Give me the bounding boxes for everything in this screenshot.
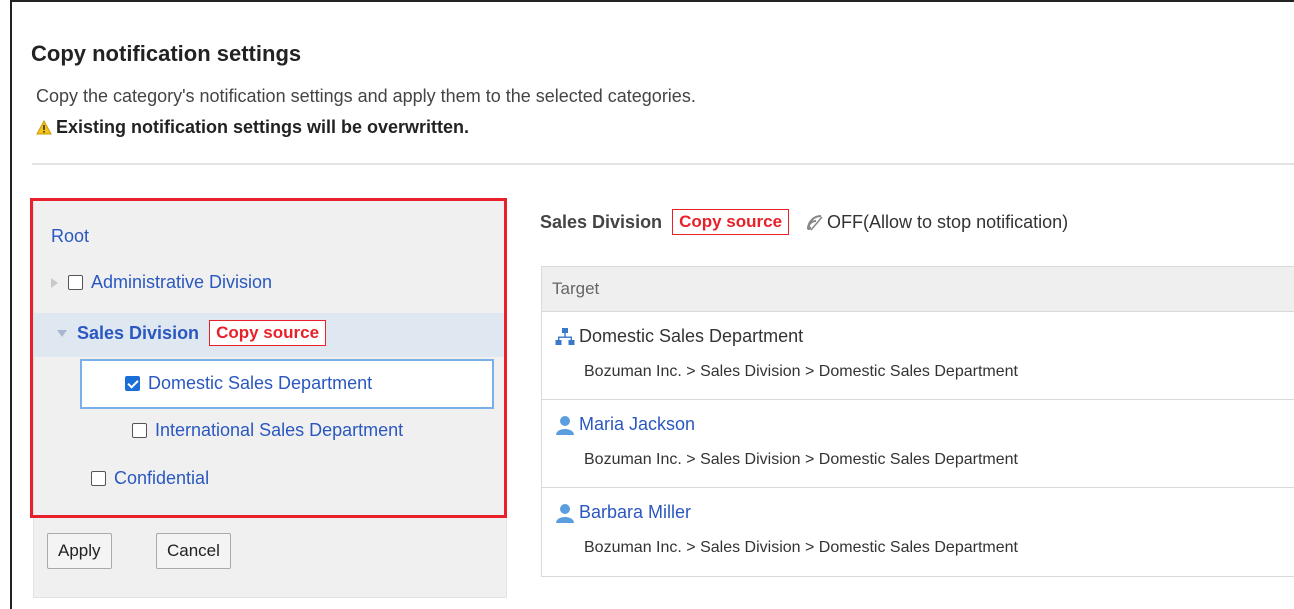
- category-name: Sales Division: [540, 211, 663, 232]
- warning-icon: [36, 120, 52, 135]
- divider: [32, 163, 1294, 165]
- target-name: Domestic Sales Department: [579, 326, 804, 346]
- table-row: Maria Jackson Bozuman Inc. > Sales Divis…: [542, 400, 1294, 488]
- copy-source-badge: Copy source: [672, 209, 790, 235]
- user-name-link[interactable]: Maria Jackson: [579, 414, 695, 435]
- warning-message: Existing notification settings will be o…: [36, 117, 469, 138]
- table-row: Barbara Miller Bozuman Inc. > Sales Divi…: [542, 488, 1294, 576]
- user-icon: [556, 503, 574, 523]
- table-row: Domestic Sales Department Bozuman Inc. >…: [542, 312, 1294, 400]
- user-name-link[interactable]: Barbara Miller: [579, 502, 691, 523]
- notification-off-icon: [807, 215, 823, 231]
- page-title: Copy notification settings: [31, 41, 302, 66]
- target-path: Bozuman Inc. > Sales Division > Domestic…: [584, 363, 1018, 380]
- target-path: Bozuman Inc. > Sales Division > Domestic…: [584, 539, 1018, 556]
- target-table: Target Domestic Sales Department Bozuman…: [541, 266, 1294, 577]
- target-path: Bozuman Inc. > Sales Division > Domestic…: [584, 451, 1018, 468]
- detail-header: Sales Division Copy source OFF(Allow to …: [540, 209, 1068, 235]
- notification-status: OFF(Allow to stop notification): [827, 211, 1069, 232]
- page-description: Copy the category's notification setting…: [36, 86, 696, 106]
- table-header: Target: [542, 267, 1294, 312]
- warning-text: Existing notification settings will be o…: [56, 117, 470, 137]
- cancel-button[interactable]: Cancel: [156, 533, 231, 569]
- apply-button[interactable]: Apply: [47, 533, 112, 569]
- user-icon: [556, 415, 574, 435]
- callout-highlight-box: [30, 198, 507, 518]
- organization-icon: [555, 327, 575, 345]
